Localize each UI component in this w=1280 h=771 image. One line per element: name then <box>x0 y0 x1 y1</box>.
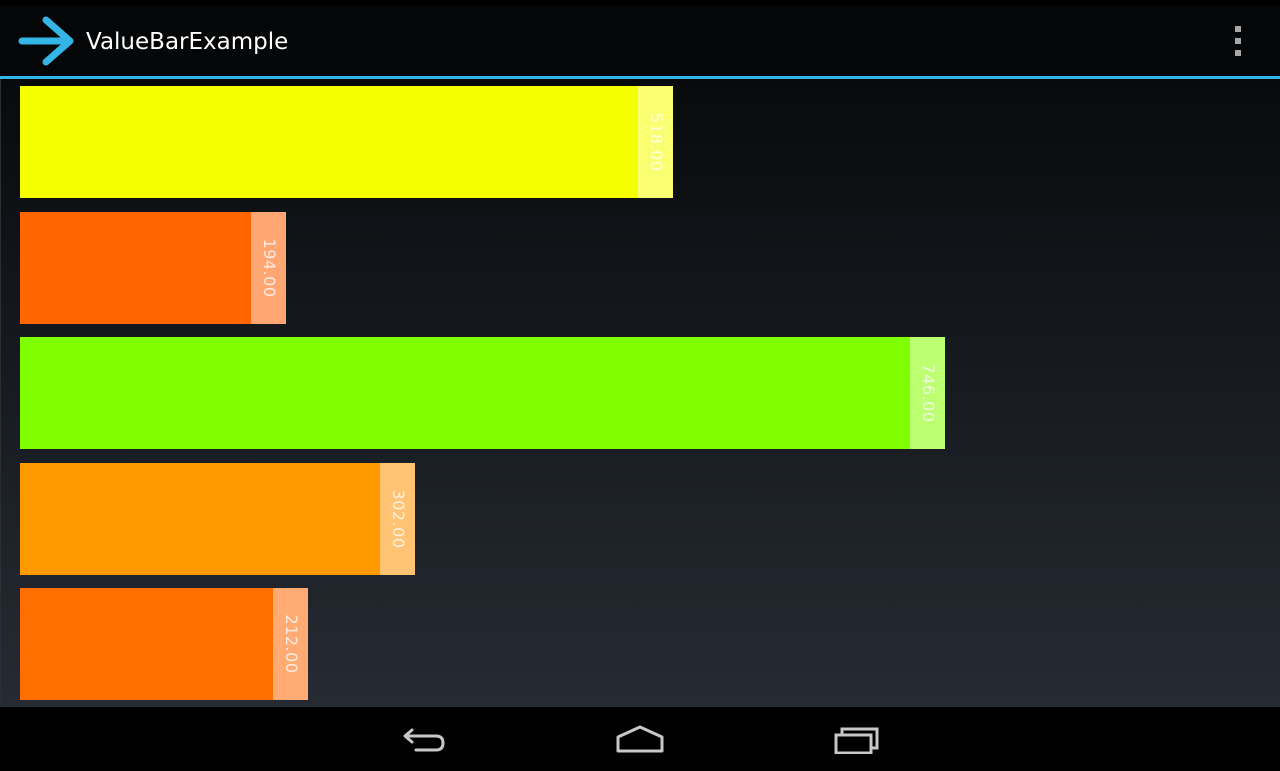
value-bar-cap: 194.00 <box>251 212 286 324</box>
value-bar-fill <box>20 463 380 575</box>
recent-apps-icon[interactable] <box>827 721 887 757</box>
value-bar-fill <box>20 337 910 449</box>
app-screen: ValueBarExample 518.00 194.00 746.00 302… <box>0 0 1280 771</box>
navigation-bar <box>0 707 1280 771</box>
value-bar-label: 212.00 <box>281 614 301 674</box>
value-bar[interactable]: 746.00 <box>20 337 945 449</box>
value-bar-label: 518.00 <box>646 112 666 172</box>
app-title: ValueBarExample <box>86 29 289 55</box>
value-bar[interactable]: 194.00 <box>20 212 286 324</box>
content-edge <box>0 79 1 707</box>
overflow-dot <box>1235 50 1241 56</box>
back-icon[interactable] <box>394 721 454 757</box>
value-bar-fill <box>20 588 273 700</box>
value-bar-label: 746.00 <box>918 363 938 423</box>
value-bar-list: 518.00 194.00 746.00 302.00 212.00 <box>0 79 1280 707</box>
overflow-dot <box>1235 38 1241 44</box>
action-bar: ValueBarExample <box>0 6 1280 79</box>
value-bar-cap: 212.00 <box>273 588 308 700</box>
value-bar-cap: 302.00 <box>380 463 415 575</box>
overflow-dot <box>1235 26 1241 32</box>
value-bar-label: 194.00 <box>259 238 279 298</box>
arrow-right-icon[interactable] <box>18 14 76 68</box>
value-bar-label: 302.00 <box>388 489 408 549</box>
value-bar[interactable]: 212.00 <box>20 588 308 700</box>
value-bar[interactable]: 518.00 <box>20 86 673 198</box>
value-bar-cap: 746.00 <box>910 337 945 449</box>
value-bar-fill <box>20 212 251 324</box>
overflow-menu-icon[interactable] <box>1220 26 1256 56</box>
value-bar-fill <box>20 86 638 198</box>
value-bar-cap: 518.00 <box>638 86 673 198</box>
value-bar[interactable]: 302.00 <box>20 463 415 575</box>
home-icon[interactable] <box>610 721 670 757</box>
